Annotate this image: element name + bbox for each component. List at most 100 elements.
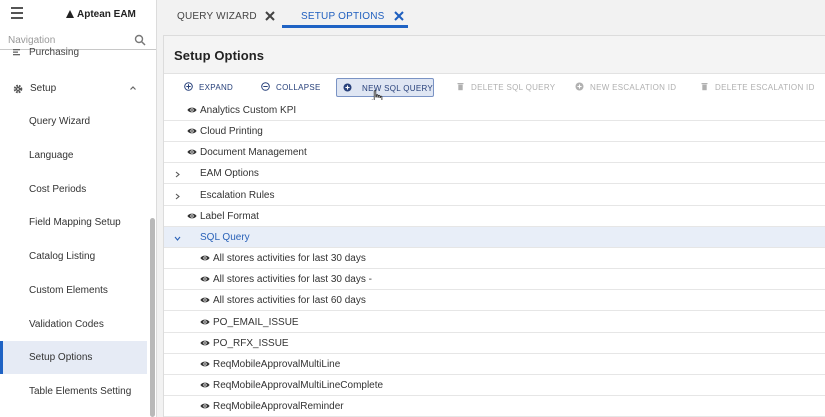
app-brand: Aptean EAM bbox=[77, 9, 136, 20]
tree-row-label: Label Format bbox=[200, 210, 259, 222]
tree-row[interactable]: ReqMobileApprovalReminder bbox=[164, 396, 825, 417]
tree-row-label: PO_EMAIL_ISSUE bbox=[213, 316, 299, 328]
eye-icon[interactable] bbox=[187, 212, 197, 220]
new-sql-query-button[interactable]: NEW SQL QUERY bbox=[336, 78, 434, 97]
tree-row-label: Cloud Printing bbox=[200, 126, 263, 138]
eye-icon[interactable] bbox=[187, 127, 197, 135]
tree-row[interactable]: ReqMobileApprovalMultiLineComplete bbox=[164, 374, 825, 396]
expand-label: EXPAND bbox=[199, 83, 234, 92]
tree-row-label: All stores activities for last 60 days bbox=[213, 295, 366, 307]
sidebar-item-field-mapping-setup[interactable]: Field Mapping Setup bbox=[0, 206, 147, 239]
page-title: Setup Options bbox=[174, 48, 265, 63]
add-circle-icon bbox=[343, 83, 352, 92]
new-escalation-id-label: NEW ESCALATION ID bbox=[590, 83, 677, 92]
tree-row[interactable]: All stores activities for last 60 days bbox=[164, 290, 825, 312]
eye-icon[interactable] bbox=[187, 148, 197, 156]
tab-bar: QUERY WIZARD SETUP OPTIONS bbox=[158, 0, 825, 31]
tree-row-label: EAM Options bbox=[200, 168, 259, 180]
sidebar-item-label: Setup Options bbox=[29, 352, 93, 364]
sidebar-item-label: Catalog Listing bbox=[29, 251, 96, 262]
active-tab-indicator bbox=[282, 25, 408, 28]
sidebar-item-purchasing[interactable]: Purchasing bbox=[0, 46, 156, 60]
panel-header: Setup Options bbox=[164, 36, 825, 74]
tree-row-label: All stores activities for last 30 days - bbox=[213, 274, 372, 286]
sidebar-item-label: Language bbox=[29, 149, 74, 161]
chevron-down-icon[interactable] bbox=[174, 234, 181, 241]
tree-row-label: Document Management bbox=[200, 147, 307, 159]
chevron-right-icon[interactable] bbox=[174, 170, 181, 178]
close-icon[interactable] bbox=[265, 11, 275, 21]
sidebar-group-label: Setup bbox=[30, 83, 57, 94]
sidebar-item-label: Query Wizard bbox=[29, 116, 91, 127]
tree-row-label: PO_RFX_ISSUE bbox=[213, 337, 289, 349]
sidebar-item-label: Custom Elements bbox=[29, 284, 108, 296]
tree-row[interactable]: EAM Options bbox=[164, 163, 825, 185]
sidebar-group-setup[interactable]: Setup bbox=[0, 78, 156, 100]
tree-row[interactable]: All stores activities for last 30 days - bbox=[164, 269, 825, 291]
tree-row[interactable]: ReqMobileApprovalMultiLine bbox=[164, 353, 825, 375]
close-icon[interactable] bbox=[394, 11, 404, 21]
tree-row-label: SQL Query bbox=[200, 231, 250, 243]
navigation-panel: Aptean EAM Purchasing Setup Query Wizard… bbox=[0, 0, 157, 417]
sidebar-item-catalog-listing[interactable]: Catalog Listing bbox=[0, 240, 147, 273]
sidebar-item-cost-periods[interactable]: Cost Periods bbox=[0, 173, 147, 206]
tree-row[interactable]: Document Management bbox=[164, 142, 825, 164]
setup-options-tree: Analytics Custom KPI Cloud Printing Docume… bbox=[164, 100, 825, 417]
eye-icon[interactable] bbox=[200, 339, 210, 347]
app-logo: Aptean EAM bbox=[66, 9, 136, 20]
navigation-scrollbar[interactable] bbox=[150, 218, 155, 417]
trash-icon bbox=[701, 83, 708, 91]
eye-icon[interactable] bbox=[200, 402, 210, 410]
tree-row[interactable]: Cloud Printing bbox=[164, 121, 825, 143]
sidebar-item-custom-elements[interactable]: Custom Elements bbox=[0, 274, 147, 307]
sidebar-item-query-wizard[interactable]: Query Wizard bbox=[0, 105, 147, 138]
hamburger-menu-icon[interactable] bbox=[11, 7, 23, 21]
collapse-label: COLLAPSE bbox=[276, 83, 321, 92]
tree-row-label: ReqMobileApprovalReminder bbox=[213, 401, 344, 413]
tree-row-label: Analytics Custom KPI bbox=[200, 105, 297, 116]
tree-row[interactable]: PO_EMAIL_ISSUE bbox=[164, 311, 825, 333]
sidebar-item-label: Field Mapping Setup bbox=[29, 217, 121, 229]
expand-button[interactable]: EXPAND bbox=[178, 78, 248, 97]
eye-icon[interactable] bbox=[200, 275, 210, 283]
collapse-icon bbox=[261, 82, 270, 91]
navigation-search-input[interactable] bbox=[8, 33, 128, 47]
eye-icon[interactable] bbox=[200, 318, 210, 326]
tab-query-wizard[interactable]: QUERY WIZARD bbox=[170, 0, 290, 29]
new-escalation-id-button[interactable]: NEW ESCALATION ID bbox=[569, 78, 679, 97]
tree-row[interactable]: Label Format bbox=[164, 205, 825, 227]
eye-icon[interactable] bbox=[200, 254, 210, 262]
tree-row-label: Escalation Rules bbox=[200, 189, 275, 201]
gear-icon bbox=[13, 84, 23, 94]
sidebar-item-setup-options[interactable]: Setup Options bbox=[0, 341, 147, 375]
search-icon[interactable] bbox=[134, 34, 146, 46]
eye-icon[interactable] bbox=[187, 106, 197, 114]
delete-escalation-id-button[interactable]: DELETE ESCALATION ID bbox=[694, 78, 819, 97]
sidebar-item-table-elements-setting[interactable]: Table Elements Setting bbox=[0, 375, 147, 408]
chevron-right-icon[interactable] bbox=[174, 192, 181, 200]
tree-row[interactable]: PO_RFX_ISSUE bbox=[164, 332, 825, 354]
eye-icon[interactable] bbox=[200, 360, 210, 368]
chevron-up-icon bbox=[130, 86, 136, 90]
sidebar-item-language[interactable]: Language bbox=[0, 139, 147, 172]
eye-icon[interactable] bbox=[200, 381, 210, 389]
sidebar-item-label: Purchasing bbox=[29, 47, 80, 58]
tree-row-label: ReqMobileApprovalMultiLineComplete bbox=[213, 379, 384, 391]
collapse-button[interactable]: COLLAPSE bbox=[255, 78, 335, 97]
eye-icon[interactable] bbox=[200, 296, 210, 304]
sidebar-item-label: Cost Periods bbox=[29, 183, 87, 195]
tab-label: SETUP OPTIONS bbox=[301, 11, 385, 22]
tree-row[interactable]: SQL Query bbox=[164, 226, 825, 248]
tree-row[interactable]: All stores activities for last 30 days bbox=[164, 248, 825, 270]
tab-label: QUERY WIZARD bbox=[177, 11, 257, 22]
toolbar: EXPAND COLLAPSE NEW SQL QUERY DELETE SQL… bbox=[164, 74, 825, 101]
cart-icon bbox=[13, 49, 20, 56]
tree-row-label: All stores activities for last 30 days bbox=[213, 253, 366, 265]
tree-row[interactable]: Analytics Custom KPI bbox=[164, 100, 825, 121]
trash-icon bbox=[457, 83, 464, 91]
delete-sql-query-button[interactable]: DELETE SQL QUERY bbox=[450, 78, 555, 97]
expand-icon bbox=[184, 82, 193, 91]
sidebar-item-validation-codes[interactable]: Validation Codes bbox=[0, 308, 147, 341]
tree-row[interactable]: Escalation Rules bbox=[164, 184, 825, 206]
tree-row-label: ReqMobileApprovalMultiLine bbox=[213, 358, 341, 370]
